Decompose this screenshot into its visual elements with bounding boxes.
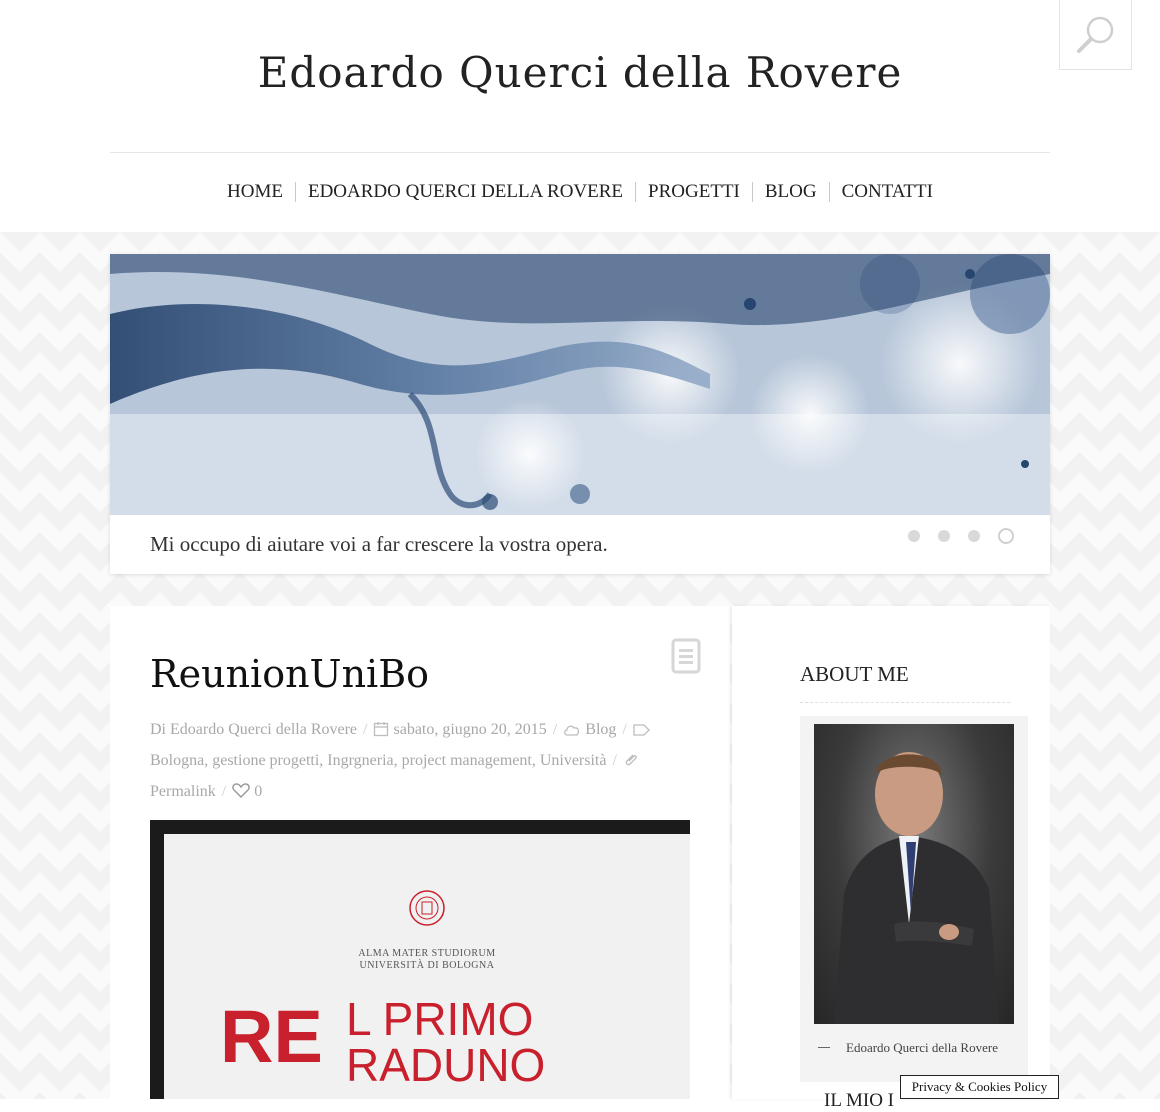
slider-dot[interactable] xyxy=(908,530,920,542)
person-silhouette xyxy=(834,752,999,1024)
post-category[interactable]: Blog xyxy=(585,721,616,738)
slider-image-water-splash xyxy=(110,254,1050,515)
hero-slider: Mi occupo di aiutare voi a far crescere … xyxy=(110,254,1050,574)
sidebar-next-widget-title: IL MIO I xyxy=(824,1090,894,1111)
permalink-link[interactable]: Permalink xyxy=(150,783,216,800)
slider-dot[interactable] xyxy=(938,530,950,542)
privacy-cookies-button[interactable]: Privacy & Cookies Policy xyxy=(900,1075,1059,1099)
document-icon xyxy=(671,638,701,678)
slider-pagination xyxy=(908,528,1014,544)
water-splash-illustration xyxy=(110,254,1050,515)
poster-big-letters: RE xyxy=(220,995,323,1078)
site-title[interactable]: Edoardo Querci della Rovere xyxy=(0,48,1160,97)
nav-item-home[interactable]: HOME xyxy=(215,181,295,203)
header-divider xyxy=(110,152,1050,153)
post-date: sabato, giugno 20, 2015 xyxy=(393,721,547,738)
poster-university-line1: ALMA MATER STUDIORUM xyxy=(358,948,496,959)
slider-caption: Mi occupo di aiutare voi a far crescere … xyxy=(150,532,608,556)
nav-item-contatti[interactable]: CONTATTI xyxy=(830,181,945,203)
profile-photo[interactable] xyxy=(814,724,1014,1024)
poster-university-line2: UNIVERSITÀ DI BOLOGNA xyxy=(359,960,495,971)
post-meta: Di Edoardo Querci della Rovere / sabato, g… xyxy=(150,714,700,807)
poster-headline-line1: L PRIMO xyxy=(346,993,534,1045)
paperclip-icon xyxy=(625,754,637,766)
slider-dot[interactable] xyxy=(968,530,980,542)
nav-item-progetti[interactable]: PROGETTI xyxy=(636,181,752,203)
sidebar: ABOUT ME Edoardo Querci della Rovere IL … xyxy=(732,606,1050,1111)
cloud-icon xyxy=(564,725,580,736)
poster-headline-line2: RADUNO xyxy=(346,1039,546,1091)
sidebar-widget-title: ABOUT ME xyxy=(800,662,909,686)
sidebar-divider xyxy=(800,702,1010,703)
like-count: 0 xyxy=(254,783,263,800)
photo-caption: Edoardo Querci della Rovere xyxy=(818,1040,1018,1056)
nav-item-blog[interactable]: BLOG xyxy=(753,181,829,203)
nav-item-about[interactable]: EDOARDO QUERCI DELLA ROVERE xyxy=(296,181,635,203)
university-seal-icon xyxy=(409,890,445,926)
post-title[interactable]: ReunionUniBo xyxy=(150,652,429,696)
reunion-poster: ALMA MATER STUDIORUM UNIVERSITÀ DI BOLOG… xyxy=(164,834,690,1099)
slider-dot-active[interactable] xyxy=(998,528,1014,544)
post-featured-image[interactable]: ALMA MATER STUDIORUM UNIVERSITÀ DI BOLOG… xyxy=(150,820,690,1099)
main-nav: HOME EDOARDO QUERCI DELLA ROVERE PROGETT… xyxy=(0,181,1160,203)
post-tags[interactable]: Bologna, gestione progetti, Ingrgneria, … xyxy=(150,752,606,769)
post-article: ReunionUniBo Di Edoardo Querci della Rov… xyxy=(110,606,730,1099)
post-author[interactable]: Di Edoardo Querci della Rovere xyxy=(150,721,357,738)
calendar-icon xyxy=(374,722,389,737)
tag-icon xyxy=(633,724,650,736)
about-photo-frame: Edoardo Querci della Rovere xyxy=(800,716,1028,1082)
heart-icon[interactable] xyxy=(232,783,250,799)
